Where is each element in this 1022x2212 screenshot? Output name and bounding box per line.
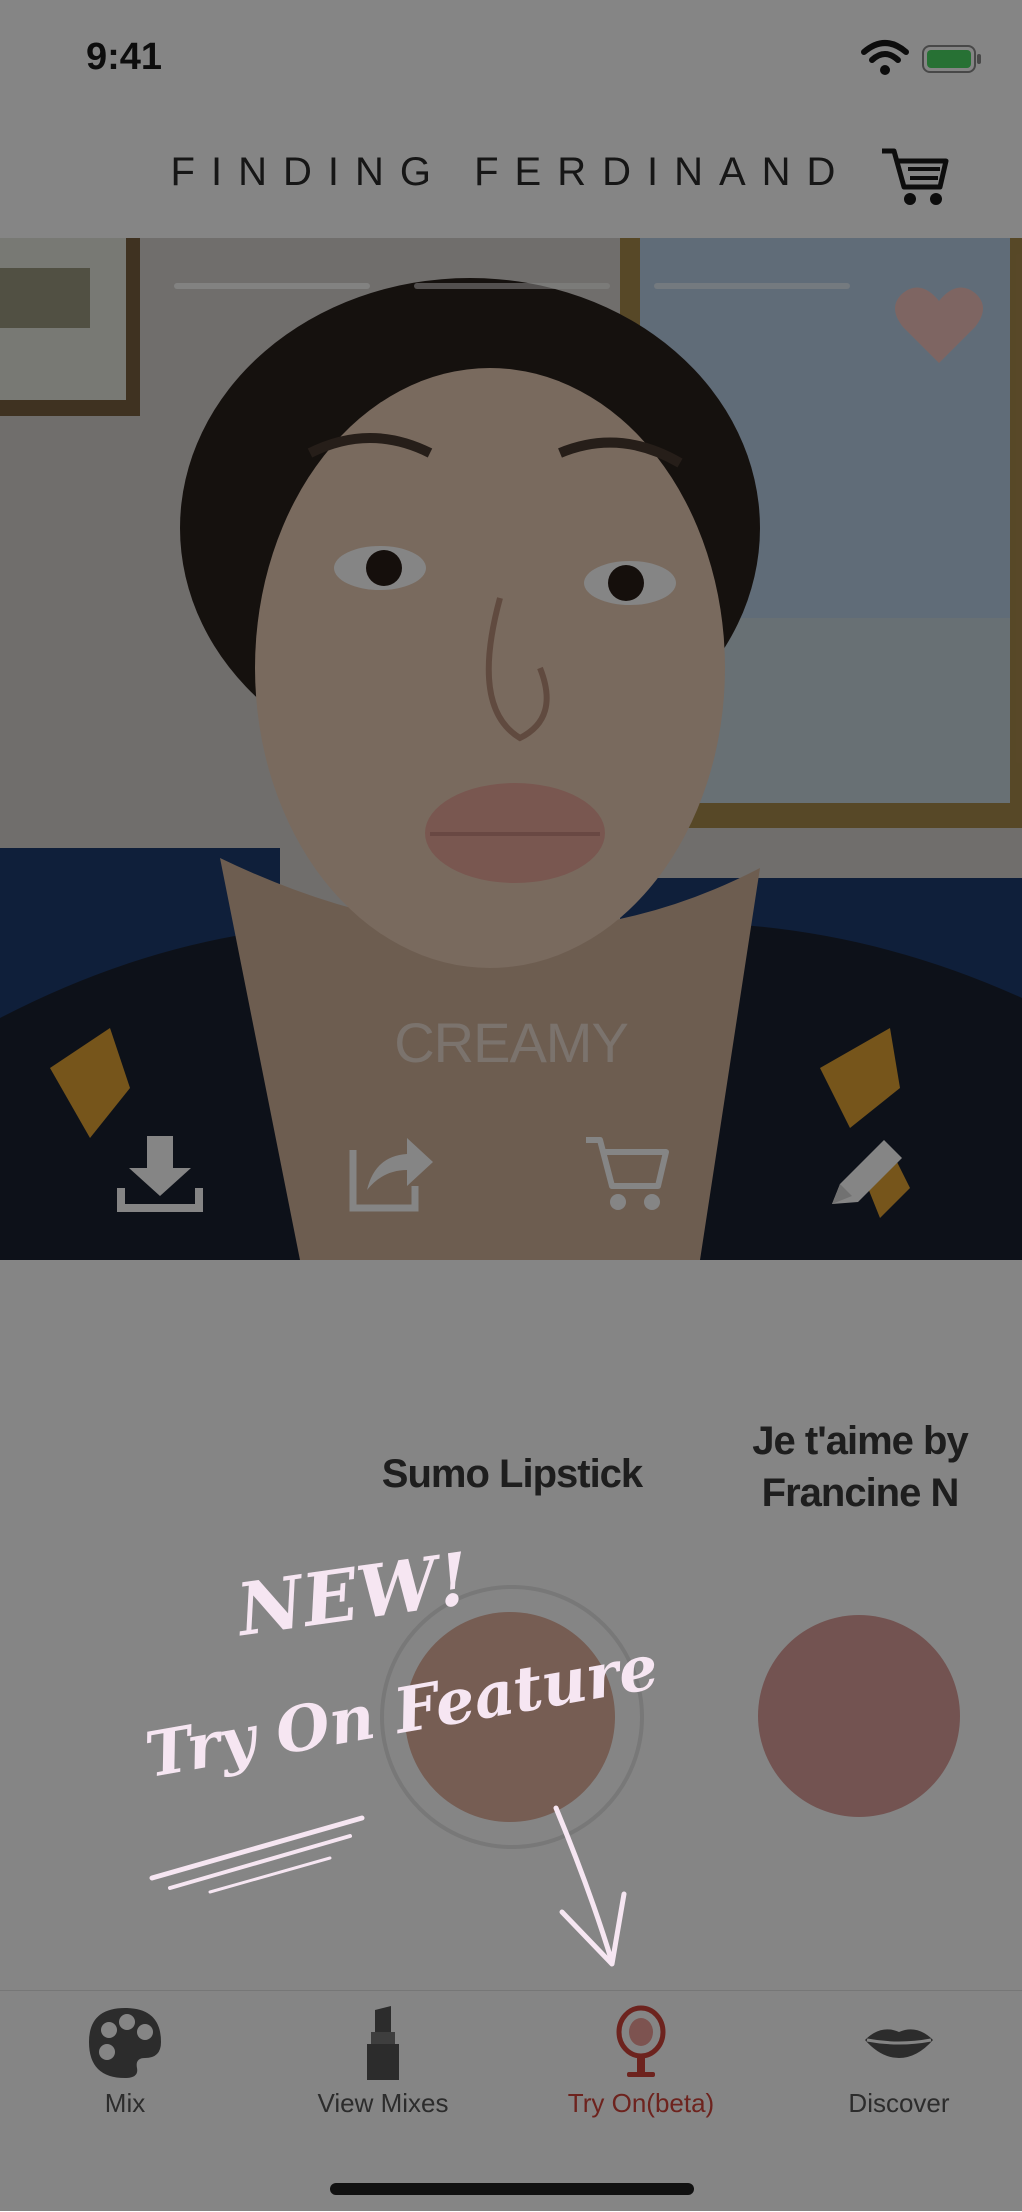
color-swatch[interactable] bbox=[758, 1615, 960, 1817]
lips-icon bbox=[865, 2029, 933, 2058]
story-progress-1 bbox=[174, 283, 370, 289]
mirror-icon bbox=[616, 2005, 666, 2077]
status-time: 9:41 bbox=[86, 36, 163, 78]
wifi-icon bbox=[861, 40, 909, 75]
product-name-right[interactable]: Je t'aime by Francine N bbox=[720, 1415, 1000, 1519]
tab-label: View Mixes bbox=[317, 2088, 449, 2118]
story-progress-3 bbox=[654, 283, 850, 289]
cart-icon[interactable] bbox=[582, 1130, 672, 1214]
battery-icon bbox=[922, 45, 981, 73]
share-icon[interactable] bbox=[345, 1130, 435, 1214]
tab-label: Try On(beta) bbox=[567, 2088, 715, 2118]
color-swatch-selected[interactable] bbox=[405, 1612, 615, 1822]
tab-mix[interactable]: Mix bbox=[10, 2002, 240, 2132]
product-name-center[interactable]: Sumo Lipstick bbox=[352, 1448, 672, 1500]
story-progress-2 bbox=[414, 283, 610, 289]
camera-frame-image bbox=[0, 238, 1022, 1260]
lipstick-icon bbox=[367, 2006, 399, 2080]
cart-icon[interactable] bbox=[880, 145, 950, 209]
camera-preview bbox=[0, 238, 1022, 1260]
finish-label: CREAMY bbox=[394, 1011, 629, 1074]
brand-title: FINDING FERDINAND bbox=[170, 150, 852, 194]
tab-discover[interactable]: Discover bbox=[784, 2002, 1014, 2132]
tab-try-on[interactable]: Try On(beta) bbox=[526, 2002, 756, 2132]
heart-icon[interactable] bbox=[893, 283, 985, 367]
tab-label: Mix bbox=[104, 2088, 146, 2118]
pencil-icon[interactable] bbox=[822, 1130, 912, 1214]
home-indicator bbox=[330, 2183, 694, 2195]
download-icon[interactable] bbox=[115, 1130, 205, 1214]
tab-view-mixes[interactable]: View Mixes bbox=[268, 2002, 498, 2132]
tab-label: Discover bbox=[848, 2088, 950, 2118]
palette-icon bbox=[89, 2008, 161, 2078]
